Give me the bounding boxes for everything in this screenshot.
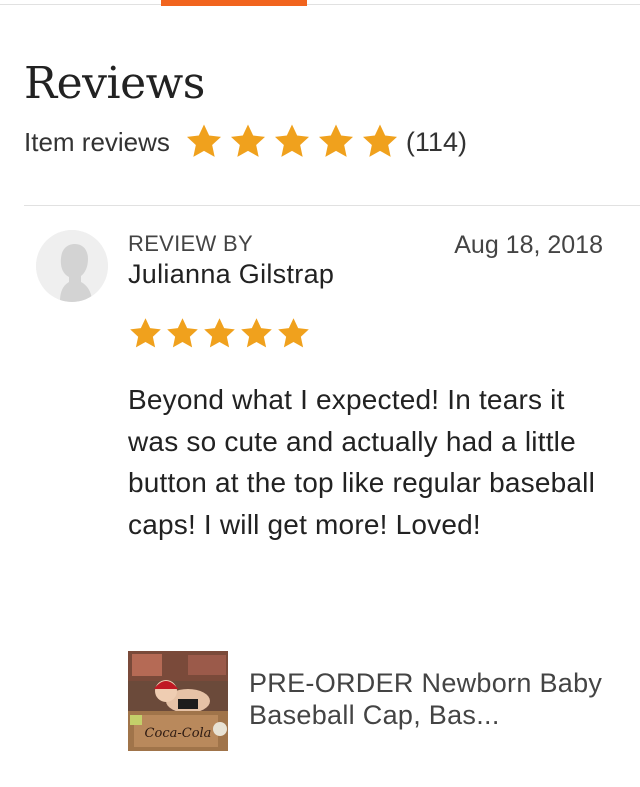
product-photo: Coca-Cola <box>128 651 228 751</box>
reviewed-product-link[interactable]: Coca-Cola PRE-ORDER Newborn Baby Basebal… <box>128 651 628 751</box>
star-icon <box>314 122 358 162</box>
reviewer-avatar[interactable] <box>36 230 108 302</box>
star-icon <box>270 122 314 162</box>
star-icon <box>275 316 312 352</box>
star-icon <box>238 316 275 352</box>
review-count[interactable]: (114) <box>406 127 467 158</box>
active-tab-indicator[interactable] <box>161 0 307 6</box>
item-reviews-summary: Item reviews (114) <box>24 122 467 162</box>
product-title[interactable]: PRE-ORDER Newborn Baby Baseball Cap, Bas… <box>249 667 619 731</box>
star-icon <box>201 316 238 352</box>
star-icon <box>164 316 201 352</box>
summary-star-rating <box>182 122 402 162</box>
user-silhouette-icon <box>36 230 108 302</box>
product-thumbnail[interactable]: Coca-Cola <box>128 651 228 751</box>
tab-bar-border <box>0 4 640 5</box>
review-by-label: REVIEW BY <box>128 231 253 256</box>
section-divider <box>24 205 640 206</box>
star-icon <box>127 316 164 352</box>
reviews-heading: Reviews <box>24 58 205 109</box>
review-text: Beyond what I expected! In tears it was … <box>128 384 595 540</box>
review-star-rating <box>127 316 312 352</box>
star-icon <box>358 122 402 162</box>
reviewer-name[interactable]: Julianna Gilstrap <box>128 259 334 290</box>
item-reviews-label: Item reviews <box>24 126 170 157</box>
review-date: Aug 18, 2018 <box>454 231 603 259</box>
star-icon <box>182 122 226 162</box>
coca-cola-sign: Coca-Cola <box>145 726 212 741</box>
star-icon <box>226 122 270 162</box>
